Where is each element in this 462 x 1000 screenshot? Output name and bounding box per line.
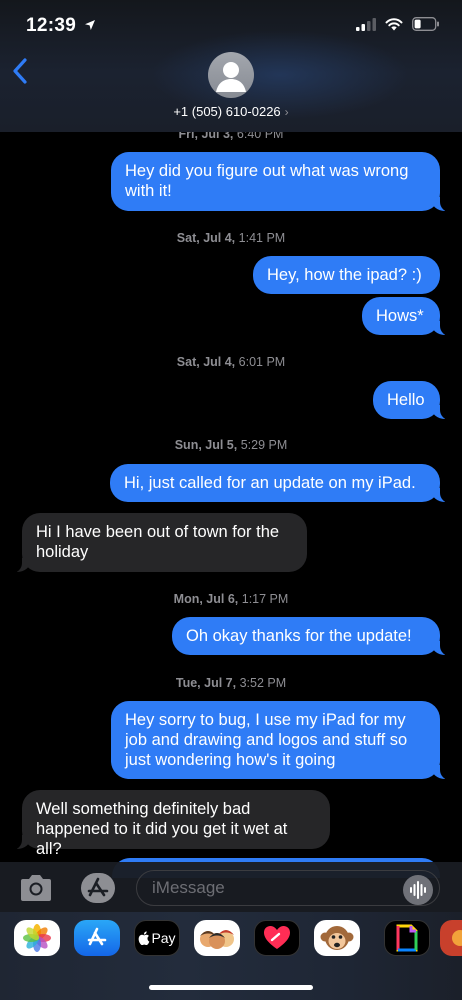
gif-app-icon [396,924,418,952]
digital-touch-icon [264,926,290,949]
camera-button[interactable] [18,873,54,903]
waveform-icon [410,881,426,899]
message-outgoing[interactable]: Hey did you figure out what was wrong wi… [111,152,451,212]
app-drawer-gif[interactable] [384,920,430,956]
message-outgoing[interactable]: Hows* [362,297,451,336]
message-outgoing[interactable]: Hey sorry to bug, I use my iPad for my j… [111,701,451,780]
app-drawer-apple-pay[interactable]: Pay [134,920,180,956]
app-drawer: Pay [0,912,462,1000]
message-input[interactable] [136,870,440,906]
audio-message-button[interactable] [403,875,433,905]
memoji-icon [200,930,234,949]
app-drawer-app-store[interactable] [74,920,120,956]
chevron-right-icon: › [284,105,289,119]
app-drawer-photos[interactable] [14,920,60,956]
message-outgoing[interactable]: Hi, just called for an update on my iPad… [110,464,451,503]
wifi-icon [385,17,403,30]
app-store-icon [87,927,107,946]
contact-avatar[interactable] [208,52,254,98]
cellular-signal-icon [356,17,376,31]
home-indicator[interactable] [149,985,313,990]
apple-pay-icon [139,931,150,945]
camera-icon [21,875,51,901]
apple-pay-label: Pay [151,930,176,946]
app-drawer-memoji[interactable] [194,920,240,956]
message-incoming[interactable]: Hi I have been out of town for the holid… [11,513,307,573]
photos-icon [23,924,51,952]
message-input-bar [0,862,462,912]
app-drawer-more[interactable] [440,920,462,956]
person-icon [216,62,246,92]
animoji-monkey-icon [320,926,354,950]
timestamp: Sun, Jul 5, 5:29 PM [174,438,288,452]
battery-icon [412,17,439,31]
contact-name[interactable]: +1 (505) 610-0226 › [0,104,462,119]
status-time: 12:39 [26,15,96,37]
app-drawer-animoji[interactable] [314,920,360,956]
timestamp: Sat, Jul 4, 6:01 PM [176,355,286,369]
conversation: Fri, Jul 3, 6:40 PM Hey did you figure o… [0,0,462,1000]
timestamp: Sat, Jul 4, 1:41 PM [176,231,286,245]
message-outgoing[interactable]: Hello [373,381,451,420]
message-outgoing[interactable]: Hey, how the ipad? :) [253,256,440,294]
timestamp: Tue, Jul 7, 3:52 PM [175,676,287,690]
more-app-icon [452,930,462,946]
location-arrow-icon [84,20,95,30]
chevron-left-icon [13,58,27,84]
back-button[interactable] [10,56,38,90]
app-store-icon [81,873,115,903]
timestamp: Mon, Jul 6, 1:17 PM [173,592,289,606]
conversation-header: 12:39 +1 (505) 610-0226 › [0,0,462,132]
message-outgoing[interactable]: Oh okay thanks for the update! [172,617,451,656]
message-incoming[interactable]: Well something definitely bad happened t… [11,790,330,858]
app-drawer-digital-touch[interactable] [254,920,300,956]
apps-button[interactable] [79,872,117,904]
status-indicators [356,17,440,31]
